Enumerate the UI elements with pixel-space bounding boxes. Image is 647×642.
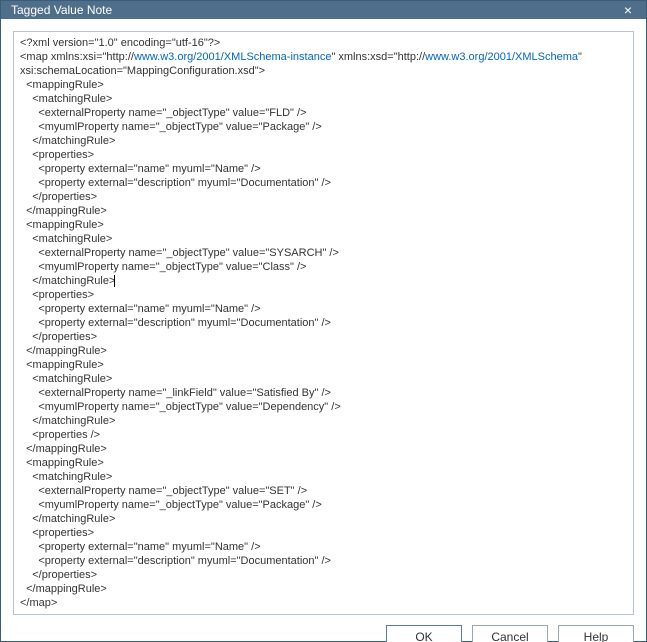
external-linkfield: <externalProperty name="_linkField" valu… — [38, 387, 331, 399]
properties-close-1: </properties> — [32, 191, 97, 203]
map-open-mid: " xmlns:xsd="http:// — [331, 51, 425, 63]
close-icon[interactable]: × — [618, 1, 638, 19]
prop-name-1: <property external="name" myuml="Name" /… — [38, 163, 260, 175]
external-sysarch: <externalProperty name="_objectType" val… — [38, 247, 339, 259]
mappingRule-open-2: <mappingRule> — [26, 219, 104, 231]
mappingRule-open-1: <mappingRule> — [26, 79, 104, 91]
properties-close-2: </properties> — [32, 331, 97, 343]
matchingRule-open-2: <matchingRule> — [32, 233, 112, 245]
prop-desc-2: <property external="description" myuml="… — [38, 317, 331, 329]
xml-editor[interactable]: <?xml version="1.0" encoding="utf-16"?> … — [20, 36, 627, 610]
mappingRule-close-2: </mappingRule> — [26, 345, 107, 357]
external-set: <externalProperty name="_objectType" val… — [38, 485, 307, 497]
map-open-post: " — [578, 51, 582, 63]
matchingRule-close-3: </matchingRule> — [32, 415, 115, 427]
xml-declaration: <?xml version="1.0" encoding="utf-16"?> — [20, 37, 220, 49]
dialog-window: Tagged Value Note × <?xml version="1.0" … — [0, 0, 647, 642]
map-open-pre: <map xmlns:xsi="http:// — [20, 51, 134, 63]
matchingRule-open-4: <matchingRule> — [32, 471, 112, 483]
matchingRule-close-4: </matchingRule> — [32, 513, 115, 525]
matchingRule-open-1: <matchingRule> — [32, 93, 112, 105]
mappingRule-open-4: <mappingRule> — [26, 457, 104, 469]
properties-open-2: <properties> — [32, 289, 94, 301]
ok-button[interactable]: OK — [386, 625, 462, 642]
xsd-url: www.w3.org/2001/XMLSchema — [425, 51, 578, 63]
cancel-button[interactable]: Cancel — [472, 625, 548, 642]
matchingRule-close-1: </matchingRule> — [32, 135, 115, 147]
myuml-class: <myumlProperty name="_objectType" value=… — [38, 261, 306, 273]
map-close: </map> — [20, 597, 57, 609]
client-area: <?xml version="1.0" encoding="utf-16"?> … — [1, 19, 646, 642]
properties-close-4: </properties> — [32, 569, 97, 581]
editor-border: <?xml version="1.0" encoding="utf-16"?> … — [13, 31, 634, 615]
external-fld: <externalProperty name="_objectType" val… — [38, 107, 306, 119]
properties-self: <properties /> — [32, 429, 100, 441]
matchingRule-close-2: </matchingRule> — [32, 275, 115, 287]
mappingRule-close-1: </mappingRule> — [26, 205, 107, 217]
properties-open-4: <properties> — [32, 527, 94, 539]
xsi-url: www.w3.org/2001/XMLSchema-instance — [134, 51, 331, 63]
titlebar: Tagged Value Note × — [1, 1, 646, 19]
window-title: Tagged Value Note — [11, 3, 112, 17]
schema-location: xsi:schemaLocation="MappingConfiguration… — [20, 65, 265, 77]
myuml-package-2: <myumlProperty name="_objectType" value=… — [38, 499, 321, 511]
properties-open-1: <properties> — [32, 149, 94, 161]
button-row: OK Cancel Help — [13, 615, 634, 642]
mappingRule-close-4: </mappingRule> — [26, 583, 107, 595]
mappingRule-open-3: <mappingRule> — [26, 359, 104, 371]
myuml-dependency: <myumlProperty name="_objectType" value=… — [38, 401, 340, 413]
help-button[interactable]: Help — [558, 625, 634, 642]
mappingRule-close-3: </mappingRule> — [26, 443, 107, 455]
prop-name-4: <property external="name" myuml="Name" /… — [38, 541, 260, 553]
prop-desc-1: <property external="description" myuml="… — [38, 177, 331, 189]
prop-desc-4: <property external="description" myuml="… — [38, 555, 331, 567]
prop-name-2: <property external="name" myuml="Name" /… — [38, 303, 260, 315]
myuml-package-1: <myumlProperty name="_objectType" value=… — [38, 121, 321, 133]
matchingRule-open-3: <matchingRule> — [32, 373, 112, 385]
